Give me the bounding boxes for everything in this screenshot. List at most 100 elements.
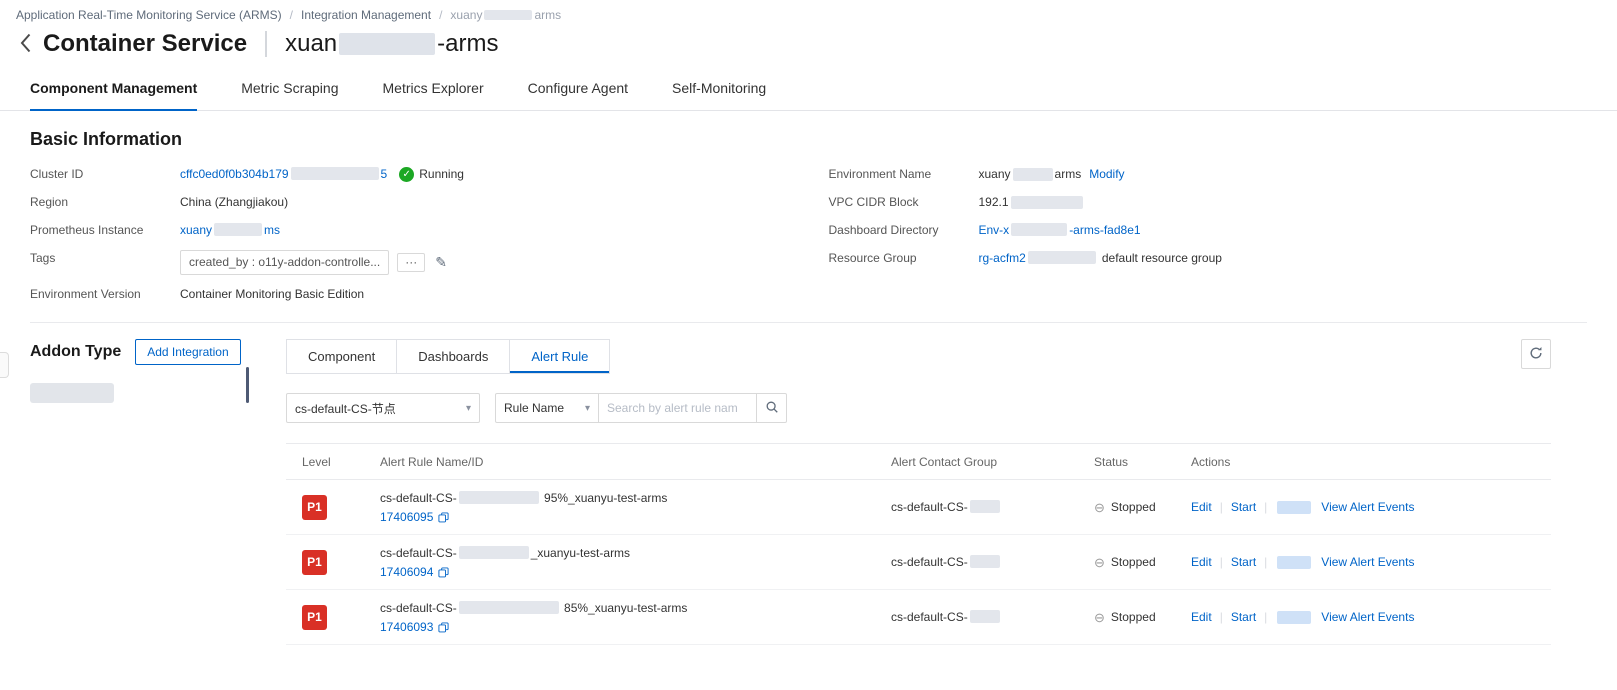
tab-component-management[interactable]: Component Management — [30, 70, 198, 111]
redacted-text — [339, 33, 436, 55]
basic-information-section: Basic Information Cluster ID cffc0ed0f0b… — [0, 111, 1617, 323]
edit-link[interactable]: Edit — [1191, 610, 1212, 624]
scrollbar-thumb[interactable] — [246, 367, 249, 403]
search-button[interactable] — [757, 393, 787, 423]
alert-rule-id-link[interactable]: 17406095 — [380, 510, 433, 524]
breadcrumb-separator: / — [439, 8, 443, 22]
status-cell: ⊖ Stopped — [1094, 610, 1191, 624]
resource-group-link[interactable]: rg-acfm2 — [979, 250, 1098, 267]
edit-tags-icon[interactable]: ✎ — [435, 254, 447, 271]
copy-icon[interactable] — [438, 566, 449, 578]
copy-icon[interactable] — [438, 621, 449, 633]
back-button[interactable] — [16, 31, 35, 58]
dashboard-prefix: Env-x — [978, 223, 1010, 237]
contact-prefix: cs-default-CS- — [891, 555, 968, 569]
start-link[interactable]: Start — [1231, 500, 1256, 514]
tab-metric-scraping[interactable]: Metric Scraping — [241, 70, 338, 111]
header-status: Status — [1094, 454, 1129, 469]
collapse-panel-handle[interactable] — [0, 352, 9, 378]
actions-cell: Edit | Start | View Alert Events — [1191, 555, 1551, 569]
tags-label: Tags — [30, 251, 56, 265]
running-check-icon: ✓ — [399, 167, 415, 182]
tab-metrics-explorer[interactable]: Metrics Explorer — [383, 70, 484, 111]
tag-chip: created_by : o11y-addon-controlle... — [180, 250, 390, 275]
breadcrumb-item-arms[interactable]: Application Real-Time Monitoring Service… — [16, 8, 282, 22]
header-actions: Actions — [1191, 454, 1231, 469]
status-text: Stopped — [1110, 610, 1156, 624]
action-separator: | — [1264, 610, 1268, 624]
redacted-text — [214, 223, 263, 236]
environment-name-label: Environment Name — [828, 167, 932, 181]
redacted-text — [1012, 168, 1053, 181]
tab-component[interactable]: Component — [287, 340, 396, 373]
start-link[interactable]: Start — [1231, 610, 1256, 624]
environment-name-prefix: xuany — [978, 167, 1011, 181]
rule-name-select[interactable]: Rule Name ▾ — [495, 393, 599, 423]
stopped-icon: ⊖ — [1094, 554, 1105, 570]
edit-link[interactable]: Edit — [1191, 500, 1212, 514]
rule-name-suffix: _xuanyu-test-arms — [530, 546, 631, 560]
view-alert-events-link[interactable]: View Alert Events — [1321, 500, 1414, 514]
action-separator: | — [1264, 555, 1268, 569]
action-separator: | — [1219, 610, 1223, 624]
environment-name-row: Environment Name xuany arms Modify — [829, 166, 1588, 183]
environment-name-suffix: arms — [1054, 167, 1082, 181]
redacted-text — [1010, 196, 1083, 209]
node-scope-select[interactable]: cs-default-CS-节点 ▾ — [286, 393, 480, 423]
addon-section: Addon Type Add Integration Component Das… — [0, 323, 1617, 645]
status-text: Stopped — [1110, 555, 1156, 569]
tags-row: Tags created_by : o11y-addon-controlle..… — [30, 250, 789, 275]
prometheus-instance-link[interactable]: xuany ms — [180, 222, 280, 239]
addon-content-panel: Component Dashboards Alert Rule cs-defau… — [286, 339, 1551, 645]
copy-icon[interactable] — [438, 511, 449, 523]
alert-rule-id-link[interactable]: 17406093 — [380, 620, 433, 634]
addon-type-panel: Addon Type Add Integration — [30, 339, 249, 645]
alert-rule-name: cs-default-CS- 85%_xuanyu-test-arms — [380, 600, 891, 617]
modify-link[interactable]: Modify — [1089, 166, 1124, 183]
redacted-text — [969, 610, 1000, 623]
header-alert-contact-group: Alert Contact Group — [891, 454, 998, 469]
view-alert-events-link[interactable]: View Alert Events — [1321, 555, 1414, 569]
action-separator: | — [1219, 500, 1223, 514]
edit-link[interactable]: Edit — [1191, 555, 1212, 569]
refresh-button[interactable] — [1521, 339, 1551, 369]
tab-dashboards[interactable]: Dashboards — [396, 340, 509, 373]
tab-alert-rule[interactable]: Alert Rule — [509, 340, 609, 373]
dashboard-directory-link[interactable]: Env-x -arms-fad8e1 — [979, 222, 1141, 239]
search-combo: Rule Name ▾ — [495, 393, 787, 423]
actions-cell: Edit | Start | View Alert Events — [1191, 500, 1551, 514]
contact-prefix: cs-default-CS- — [891, 610, 968, 624]
actions-cell: Edit | Start | View Alert Events — [1191, 610, 1551, 624]
cluster-id-link[interactable]: cffc0ed0f0b304b179 5 — [180, 166, 387, 183]
tab-self-monitoring[interactable]: Self-Monitoring — [672, 70, 766, 111]
cluster-id-prefix: cffc0ed0f0b304b179 — [180, 167, 289, 181]
alert-contact-group: cs-default-CS- — [891, 555, 1094, 569]
add-integration-button[interactable]: Add Integration — [135, 339, 241, 365]
chevron-down-icon: ▾ — [584, 402, 590, 414]
prometheus-instance-label: Prometheus Instance — [30, 223, 144, 237]
resource-group-prefix: rg-acfm2 — [978, 251, 1026, 265]
cluster-id-suffix: 5 — [380, 167, 388, 181]
header-alert-rule-name: Alert Rule Name/ID — [380, 454, 484, 469]
breadcrumb-item-integration-management[interactable]: Integration Management — [301, 8, 431, 22]
region-label: Region — [30, 195, 69, 209]
back-chevron-icon — [20, 33, 31, 56]
top-tabs: Component Management Metric Scraping Met… — [0, 70, 1617, 111]
loading-skeleton — [30, 383, 114, 403]
instance-name: xuan -arms — [285, 30, 498, 58]
resource-group-default-text: default resource group — [1101, 251, 1222, 265]
page-header: Container Service xuan -arms — [0, 24, 1617, 70]
search-input[interactable] — [599, 393, 757, 423]
redacted-action — [1277, 500, 1312, 514]
tab-configure-agent[interactable]: Configure Agent — [528, 70, 628, 111]
rule-name-value: Rule Name — [504, 401, 565, 415]
more-tags-button[interactable]: ··· — [397, 253, 426, 272]
view-alert-events-link[interactable]: View Alert Events — [1321, 610, 1414, 624]
rule-name-prefix: cs-default-CS- — [380, 601, 457, 615]
panel-tabs: Component Dashboards Alert Rule — [286, 339, 611, 374]
start-link[interactable]: Start — [1231, 555, 1256, 569]
basic-information-grid: Cluster ID cffc0ed0f0b304b179 5 ✓ Running… — [30, 166, 1587, 314]
resource-group-label: Resource Group — [828, 251, 917, 265]
redacted-action — [1277, 610, 1312, 624]
alert-rule-id-link[interactable]: 17406094 — [380, 565, 433, 579]
